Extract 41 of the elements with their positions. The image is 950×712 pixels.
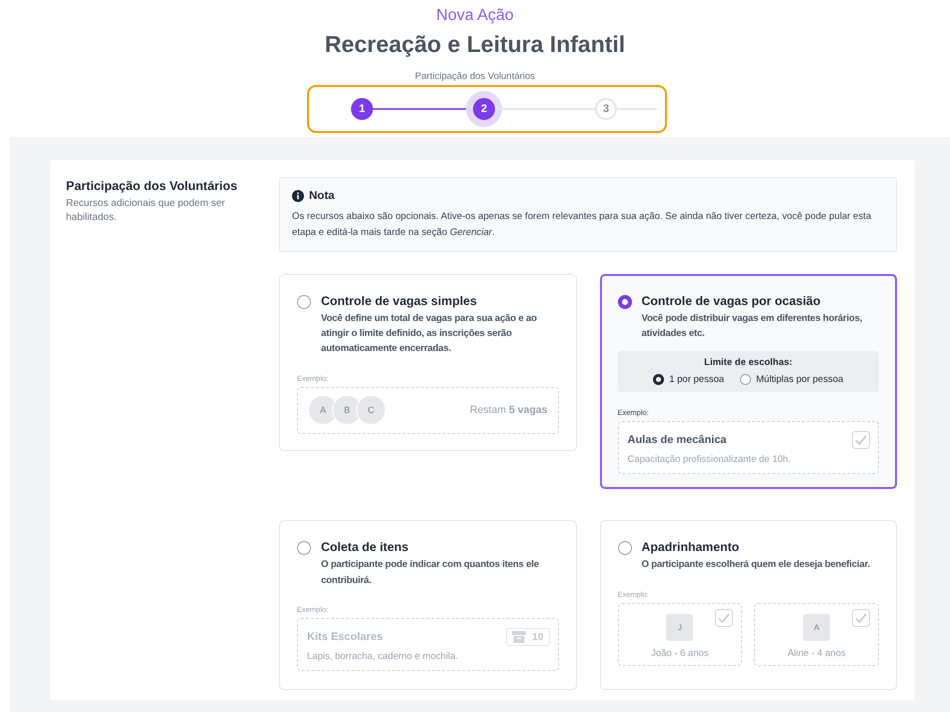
section-title: Participação dos Voluntários [66, 179, 238, 193]
option-description: Você pode distribuir vagas em diferentes horários, atividades etc. [642, 312, 864, 341]
step-label: Participação dos Voluntários [415, 71, 535, 82]
radio-button[interactable] [297, 294, 311, 309]
limit-option-label: Múltiplas por pessoa [756, 374, 844, 386]
radio-button[interactable] [740, 374, 752, 386]
person-name: João - 6 anos [651, 648, 709, 659]
section-description: Recursos adicionais que podem ser habilitados. [66, 197, 226, 225]
option-title: Controle de vagas por ocasião [642, 294, 822, 308]
box-icon [512, 631, 526, 644]
limit-option[interactable]: Múltiplas por pessoa [740, 374, 844, 386]
page-title: Recreação e Leitura Infantil [324, 31, 626, 58]
example-subtitle: Lapis, borracha, caderno e mochila. [307, 651, 458, 662]
limit-title: Limite de escolhas: [703, 357, 794, 368]
count-text: 10 [532, 632, 544, 643]
note-text: Os recursos abaixo são opcionais. Ative-os apenas se forem relevantes para sua ação. Se ainda não tiver certeza, você pode pular esta etapa e editá-la mais tarde na seção Gerenciar. [292, 210, 872, 240]
option-card[interactable] [600, 274, 897, 490]
option-title: Controle de vagas simples [321, 294, 478, 308]
radio-button[interactable] [618, 294, 632, 309]
option-description: Você define um total de vagas para sua ação e ao atingir o limite definido, as inscrições serão automaticamente encerradas. [321, 312, 538, 356]
example-title: Aulas de mecânica [628, 434, 728, 446]
page-eyebrow: Nova Ação [436, 7, 514, 25]
radio-button[interactable] [297, 541, 311, 556]
person-name: Aline - 4 anos [788, 648, 846, 659]
remaining-text: Restam 5 vagas [470, 404, 548, 416]
avatar: A [803, 614, 830, 641]
avatar: C [356, 395, 386, 426]
option-description: O participante escolherá quem ele deseja beneficiar. [642, 558, 870, 572]
option-description: O participante pode indicar com quantos itens ele contribuirá. [321, 558, 540, 588]
note-title: Nota [309, 190, 335, 202]
avatar: J [666, 614, 694, 641]
example-subtitle: Capacitação profissionalizante de 10h. [628, 454, 791, 466]
step-circle[interactable]: 1 [351, 98, 373, 120]
option-title: Apadrinhamento [642, 540, 740, 554]
radio-button[interactable] [653, 374, 664, 386]
radio-button[interactable] [618, 541, 632, 556]
info-icon [292, 190, 304, 202]
option-title: Coleta de itens [321, 540, 410, 554]
limit-option-label: 1 por pessoa [669, 374, 724, 386]
example-title: Kits Escolares [307, 631, 384, 644]
limit-option[interactable]: 1 por pessoa [653, 374, 724, 386]
